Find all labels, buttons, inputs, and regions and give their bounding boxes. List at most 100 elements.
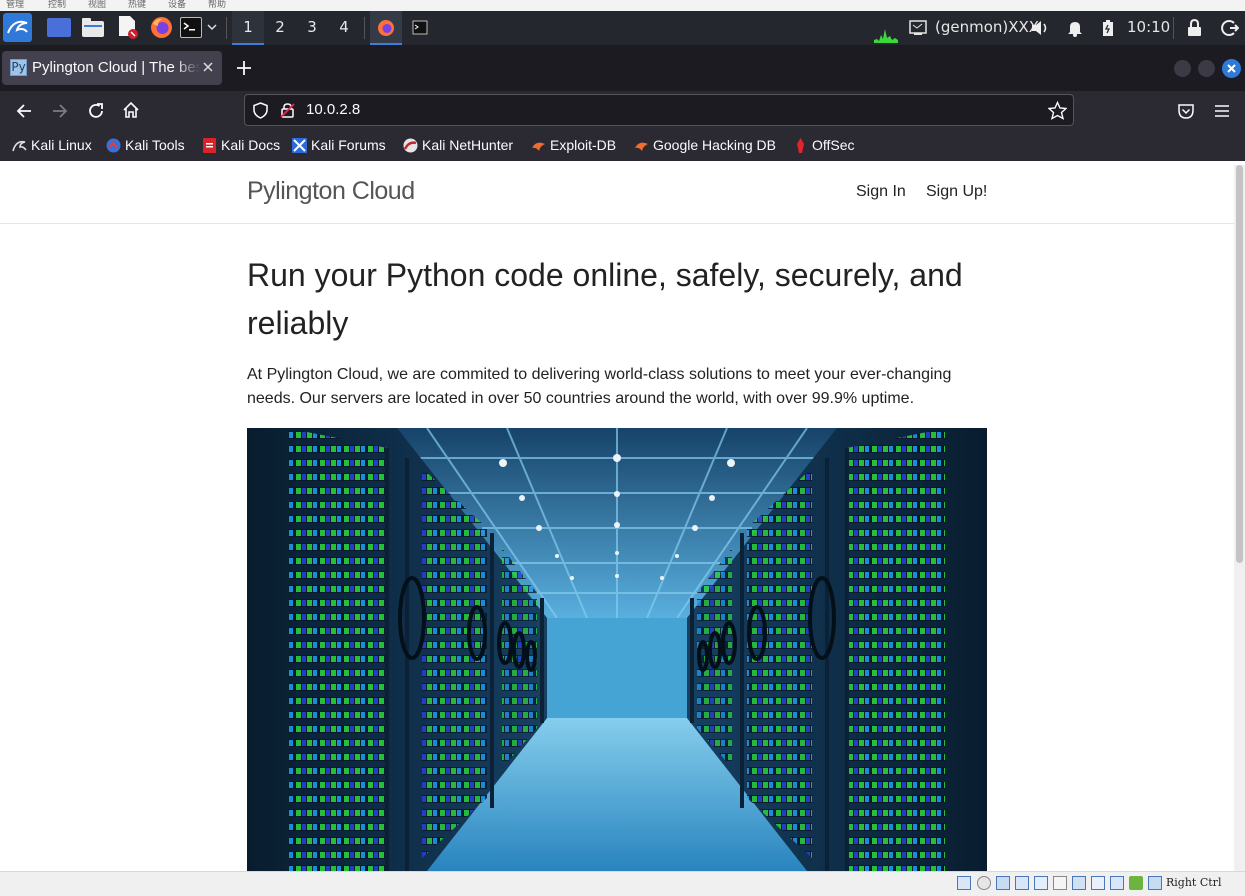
reload-icon[interactable]	[86, 101, 106, 121]
kali-menu-icon[interactable]	[3, 13, 32, 42]
workspace-4[interactable]: 4	[328, 11, 360, 45]
desktop-panel: 1 2 3 4 (genmon)XXX 10:10	[0, 11, 1245, 45]
offsec-icon	[793, 138, 808, 153]
sign-in-link[interactable]: Sign In	[856, 183, 906, 201]
bookmark-kali-docs[interactable]: Kali Docs	[202, 137, 280, 155]
python-favicon-icon: Py	[10, 59, 27, 76]
bookmark-label: OffSec	[812, 137, 855, 153]
bookmark-exploit-db[interactable]: Exploit-DB	[531, 137, 616, 155]
tab-title: Pylington Cloud | The best	[32, 59, 200, 76]
panel-separator	[364, 17, 365, 39]
vm-menu-control[interactable]: 控制	[48, 0, 66, 10]
tracking-shield-icon[interactable]	[252, 102, 269, 119]
url-text[interactable]: 10.0.2.8	[306, 101, 360, 118]
genmon-label: (genmon)XXX	[935, 18, 1040, 36]
hero-heading: Run your Python code online, safely, sec…	[247, 257, 963, 341]
kali-docs-icon	[202, 138, 217, 153]
page-scrollbar[interactable]	[1234, 165, 1245, 871]
site-brand[interactable]: Pylington Cloud	[247, 177, 415, 206]
web-page: Pylington Cloud Sign In Sign Up! Run you…	[0, 165, 1234, 871]
logout-icon[interactable]	[1221, 19, 1240, 37]
vm-menu-view[interactable]: 视图	[88, 0, 106, 10]
vm-display-icon[interactable]	[1072, 876, 1086, 890]
bookmark-label: Kali Docs	[221, 137, 281, 153]
kali-dragon-icon	[12, 138, 27, 153]
workspace-3[interactable]: 3	[296, 11, 328, 45]
hero-description: At Pylington Cloud, we are commited to d…	[247, 366, 952, 407]
bookmark-star-icon[interactable]	[1047, 100, 1068, 120]
show-desktop-icon[interactable]	[47, 18, 71, 37]
firefox-launcher-icon[interactable]	[150, 16, 173, 39]
vm-usb-icon[interactable]	[1034, 876, 1048, 890]
cpu-graph-icon	[874, 23, 898, 43]
vm-guest-additions-icon[interactable]	[1129, 876, 1143, 890]
vm-audio-icon[interactable]	[996, 876, 1010, 890]
notification-bell-icon[interactable]	[1066, 19, 1084, 37]
vm-hdd-icon[interactable]	[957, 876, 971, 890]
lock-screen-icon[interactable]	[1187, 18, 1202, 37]
bookmark-offsec[interactable]: OffSec	[793, 137, 855, 155]
volume-icon[interactable]	[1030, 19, 1050, 37]
workspace-1[interactable]: 1	[232, 11, 264, 45]
close-window-icon[interactable]	[1222, 59, 1241, 78]
workspace-2[interactable]: 2	[264, 11, 296, 45]
browser-nav-bar: 10.0.2.8	[0, 91, 1245, 131]
vm-menu-hotkey[interactable]: 热键	[128, 0, 146, 10]
task-terminal-window[interactable]	[404, 11, 436, 45]
app-menu-icon[interactable]	[1213, 102, 1231, 120]
vm-mouse-icon[interactable]	[1148, 876, 1162, 890]
bookmark-label: Google Hacking DB	[653, 137, 776, 153]
bookmark-label: Exploit-DB	[550, 137, 617, 153]
bookmark-kali-forums[interactable]: Kali Forums	[292, 137, 386, 155]
bookmark-label: Kali NetHunter	[422, 137, 514, 153]
bookmark-label: Kali Forums	[311, 137, 386, 153]
insecure-lock-icon[interactable]	[279, 102, 296, 119]
site-navbar: Pylington Cloud Sign In Sign Up!	[0, 165, 1234, 224]
vm-host-key: Right Ctrl	[1166, 876, 1222, 889]
pocket-icon[interactable]	[1177, 102, 1195, 120]
minimize-window-icon[interactable]	[1174, 60, 1191, 77]
browser-tab-strip: Py Pylington Cloud | The best	[0, 45, 1245, 91]
vm-menu-manage[interactable]: 管理	[6, 0, 24, 10]
vm-menu-devices[interactable]: 设备	[168, 0, 186, 10]
clock[interactable]: 10:10	[1127, 18, 1170, 36]
kali-forums-icon	[292, 138, 307, 153]
bookmark-kali-nethunter[interactable]: Kali NetHunter	[403, 137, 513, 155]
text-editor-icon[interactable]	[117, 16, 139, 39]
bookmark-label: Kali Linux	[31, 137, 92, 153]
battery-icon[interactable]	[1102, 19, 1114, 37]
forward-arrow-icon[interactable]	[50, 101, 70, 121]
kali-tools-icon	[106, 138, 121, 153]
url-bar[interactable]: 10.0.2.8	[244, 94, 1074, 126]
data-center-image	[247, 428, 987, 871]
maximize-window-icon[interactable]	[1198, 60, 1215, 77]
bookmark-kali-tools[interactable]: Kali Tools	[106, 137, 185, 155]
vm-network-icon[interactable]	[1015, 876, 1029, 890]
scrollbar-thumb[interactable]	[1236, 165, 1243, 563]
bookmark-kali-linux[interactable]: Kali Linux	[12, 137, 92, 155]
file-manager-icon[interactable]	[82, 18, 104, 37]
new-tab-icon[interactable]	[235, 59, 253, 77]
panel-separator	[226, 17, 227, 39]
vm-optical-icon[interactable]	[977, 876, 991, 890]
nethunter-icon	[403, 138, 418, 153]
bookmark-google-hacking-db[interactable]: Google Hacking DB	[634, 137, 776, 155]
home-icon[interactable]	[121, 100, 141, 120]
panel-separator	[1173, 17, 1174, 39]
vm-recording-icon[interactable]	[1091, 876, 1105, 890]
exploit-db-icon	[531, 138, 546, 153]
sign-up-link[interactable]: Sign Up!	[926, 183, 987, 201]
back-arrow-icon[interactable]	[14, 101, 34, 121]
close-tab-icon[interactable]	[200, 59, 216, 75]
vm-cpu-icon[interactable]	[1110, 876, 1124, 890]
vm-shared-folder-icon[interactable]	[1053, 876, 1067, 890]
bookmarks-toolbar: Kali Linux Kali Tools Kali Docs Kali For…	[0, 131, 1245, 161]
vm-status-bar: Right Ctrl	[0, 871, 1245, 896]
bookmark-label: Kali Tools	[125, 137, 185, 153]
ghdb-icon	[634, 138, 649, 153]
task-firefox-window[interactable]	[370, 11, 402, 45]
chevron-down-icon[interactable]	[206, 20, 218, 34]
vm-menu-help[interactable]: 帮助	[208, 0, 226, 10]
terminal-launcher-icon[interactable]	[180, 17, 202, 38]
browser-tab-active[interactable]: Py Pylington Cloud | The best	[2, 51, 222, 85]
